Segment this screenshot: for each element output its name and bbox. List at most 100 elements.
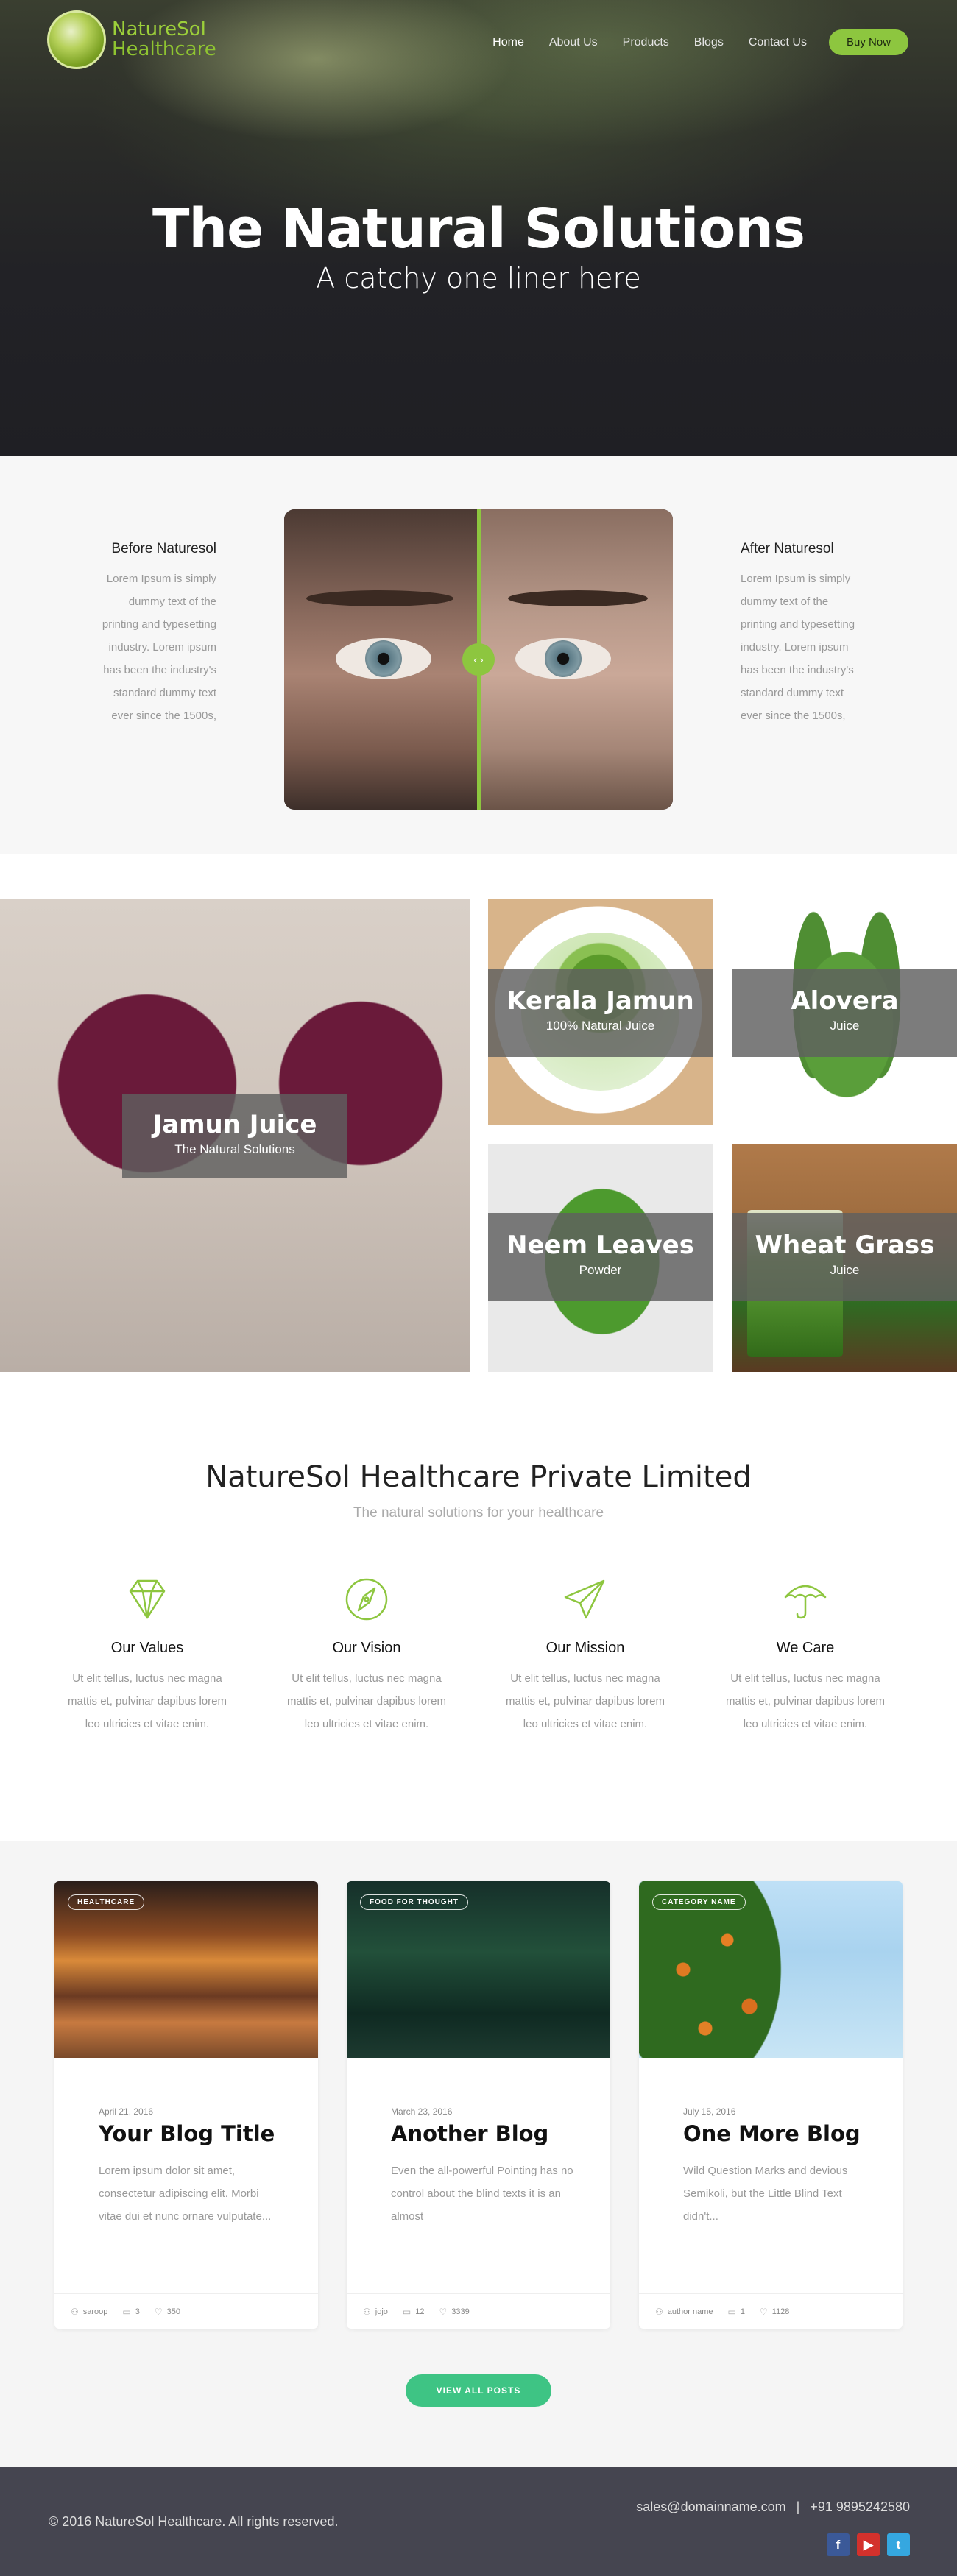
heart-icon: ♡: [439, 2306, 448, 2317]
user-icon: ⚇: [655, 2306, 663, 2317]
heart-icon: ♡: [760, 2306, 768, 2317]
post-excerpt: Wild Question Marks and devious Semikoli…: [683, 2165, 848, 2223]
after-column: After Naturesol Lorem Ipsum is simply du…: [741, 541, 866, 727]
product-desc: Powder: [579, 1263, 622, 1277]
contact-separator: |: [796, 2499, 800, 2514]
diamond-icon: [129, 1579, 166, 1619]
product-tile-alovera[interactable]: Alovera Juice: [732, 899, 957, 1125]
nav-products[interactable]: Products: [623, 36, 669, 49]
category-tag[interactable]: HEALTHCARE: [68, 1894, 145, 1910]
category-tag[interactable]: FOOD FOR THOUGHT: [360, 1894, 468, 1910]
category-tag[interactable]: CATEGORY NAME: [652, 1894, 746, 1910]
post-likes[interactable]: 3339: [451, 2307, 469, 2316]
products-grid: Jamun Juice The Natural Solutions Kerala…: [0, 899, 957, 1372]
feature-text: Ut elit tellus, luctus nec magna mattis …: [287, 1672, 446, 1730]
feature-our-values: Our Values Ut elit tellus, luctus nec ma…: [52, 1575, 243, 1735]
product-tile-kerala-jamun[interactable]: Kerala Jamun 100% Natural Juice: [488, 899, 713, 1125]
eyebrow: [508, 590, 648, 606]
post-likes[interactable]: 350: [167, 2307, 180, 2316]
nav-blogs[interactable]: Blogs: [694, 36, 724, 49]
after-image: [478, 509, 673, 810]
product-name: Alovera: [791, 986, 899, 1016]
view-all-posts-button[interactable]: VIEW ALL POSTS: [406, 2374, 551, 2407]
product-tile-wheat-grass[interactable]: Wheat Grass Juice: [732, 1144, 957, 1372]
product-label: Alovera Juice: [732, 969, 957, 1057]
post-comments[interactable]: 12: [415, 2307, 424, 2316]
after-title: After Naturesol: [741, 541, 834, 556]
footer: © 2016 NatureSol Healthcare. All rights …: [0, 2467, 957, 2576]
feature-our-mission: Our Mission Ut elit tellus, luctus nec m…: [490, 1575, 681, 1735]
comment-icon: ▭: [402, 2306, 412, 2317]
logo-line-2: Healthcare: [112, 38, 216, 60]
blog-card[interactable]: CATEGORY NAME July 15, 2016 One More Blo…: [639, 1881, 903, 2329]
product-label: Kerala Jamun 100% Natural Juice: [488, 969, 713, 1057]
company-tagline: The natural solutions for your healthcar…: [353, 1505, 604, 1521]
feature-title: Our Values: [110, 1640, 184, 1656]
feature-we-care: We Care Ut elit tellus, luctus nec magna…: [710, 1575, 901, 1735]
before-column: Before Naturesol Lorem Ipsum is simply d…: [91, 541, 216, 727]
before-text: Lorem Ipsum is simply dummy text of the …: [102, 573, 216, 722]
product-desc: The Natural Solutions: [174, 1142, 295, 1156]
umbrella-icon: [784, 1585, 827, 1619]
user-icon: ⚇: [363, 2306, 371, 2317]
feature-text: Ut elit tellus, luctus nec magna mattis …: [68, 1672, 227, 1730]
user-icon: ⚇: [71, 2306, 79, 2317]
post-title[interactable]: One More Blog: [683, 2121, 861, 2146]
feature-title: We Care: [776, 1640, 835, 1656]
hero-title: The Natural Solutions: [152, 197, 805, 261]
eye: [515, 638, 611, 679]
post-author[interactable]: jojo: [375, 2307, 388, 2316]
logo-text: NatureSol Healthcare: [112, 19, 216, 60]
before-after-slider[interactable]: ‹ ›: [284, 509, 673, 810]
product-name: Kerala Jamun: [506, 986, 694, 1016]
company-title: NatureSol Healthcare Private Limited: [205, 1460, 752, 1494]
product-desc: 100% Natural Juice: [545, 1019, 655, 1033]
product-desc: Juice: [830, 1263, 860, 1277]
blog-section: HEALTHCARE April 21, 2016 Your Blog Titl…: [0, 1841, 957, 2467]
post-meta: ⚇ saroop ▭ 3 ♡ 350: [54, 2293, 318, 2329]
compass-icon: [345, 1578, 388, 1621]
product-desc: Juice: [830, 1019, 860, 1033]
post-date: April 21, 2016: [99, 2106, 154, 2117]
post-comments[interactable]: 3: [135, 2307, 140, 2316]
nav-home[interactable]: Home: [492, 36, 524, 49]
eyebrow: [306, 590, 453, 606]
nav-contact-us[interactable]: Contact Us: [749, 36, 807, 49]
product-name: Wheat Grass: [755, 1231, 935, 1260]
blog-card[interactable]: FOOD FOR THOUGHT March 23, 2016 Another …: [347, 1881, 610, 2329]
post-comments[interactable]: 1: [741, 2307, 745, 2316]
footer-email[interactable]: sales@domainname.com: [636, 2499, 785, 2514]
post-author[interactable]: saroop: [83, 2307, 108, 2316]
nav-about-us[interactable]: About Us: [549, 36, 598, 49]
iris: [365, 640, 402, 677]
hero-subtitle: A catchy one liner here: [316, 262, 641, 294]
post-likes[interactable]: 1128: [772, 2307, 790, 2316]
footer-phone[interactable]: +91 9895242580: [810, 2499, 910, 2514]
post-title[interactable]: Another Blog: [391, 2121, 548, 2146]
feature-title: Our Mission: [545, 1640, 625, 1656]
logo-globe-icon: [47, 10, 106, 69]
comment-icon: ▭: [727, 2306, 736, 2317]
post-date: March 23, 2016: [391, 2106, 453, 2117]
twitter-icon[interactable]: t: [887, 2533, 910, 2556]
copyright-text: © 2016 NatureSol Healthcare. All rights …: [49, 2514, 339, 2529]
buy-now-button[interactable]: Buy Now: [828, 29, 908, 55]
product-name: Neem Leaves: [506, 1231, 694, 1260]
youtube-icon[interactable]: ▶: [857, 2533, 880, 2556]
product-tile-neem-leaves[interactable]: Neem Leaves Powder: [488, 1144, 713, 1372]
social-links: f ▶ t: [819, 2533, 910, 2556]
logo[interactable]: NatureSol Healthcare: [47, 10, 216, 69]
facebook-icon[interactable]: f: [827, 2533, 850, 2556]
chevron-left-right-icon[interactable]: ‹ ›: [462, 643, 495, 676]
eye: [336, 638, 431, 679]
product-label: Jamun Juice The Natural Solutions: [122, 1094, 347, 1178]
feature-title: Our Vision: [332, 1640, 401, 1656]
blog-card[interactable]: HEALTHCARE April 21, 2016 Your Blog Titl…: [54, 1881, 318, 2329]
post-title[interactable]: Your Blog Title: [99, 2121, 275, 2146]
product-tile-jamun-juice[interactable]: Jamun Juice The Natural Solutions: [0, 899, 470, 1372]
post-author[interactable]: author name: [668, 2307, 713, 2316]
hero-section: NatureSol Healthcare Home About Us Produ…: [0, 0, 957, 456]
post-excerpt: Lorem ipsum dolor sit amet, consectetur …: [99, 2165, 272, 2223]
after-text: Lorem Ipsum is simply dummy text of the …: [741, 573, 855, 722]
feature-text: Ut elit tellus, luctus nec magna mattis …: [726, 1672, 885, 1730]
